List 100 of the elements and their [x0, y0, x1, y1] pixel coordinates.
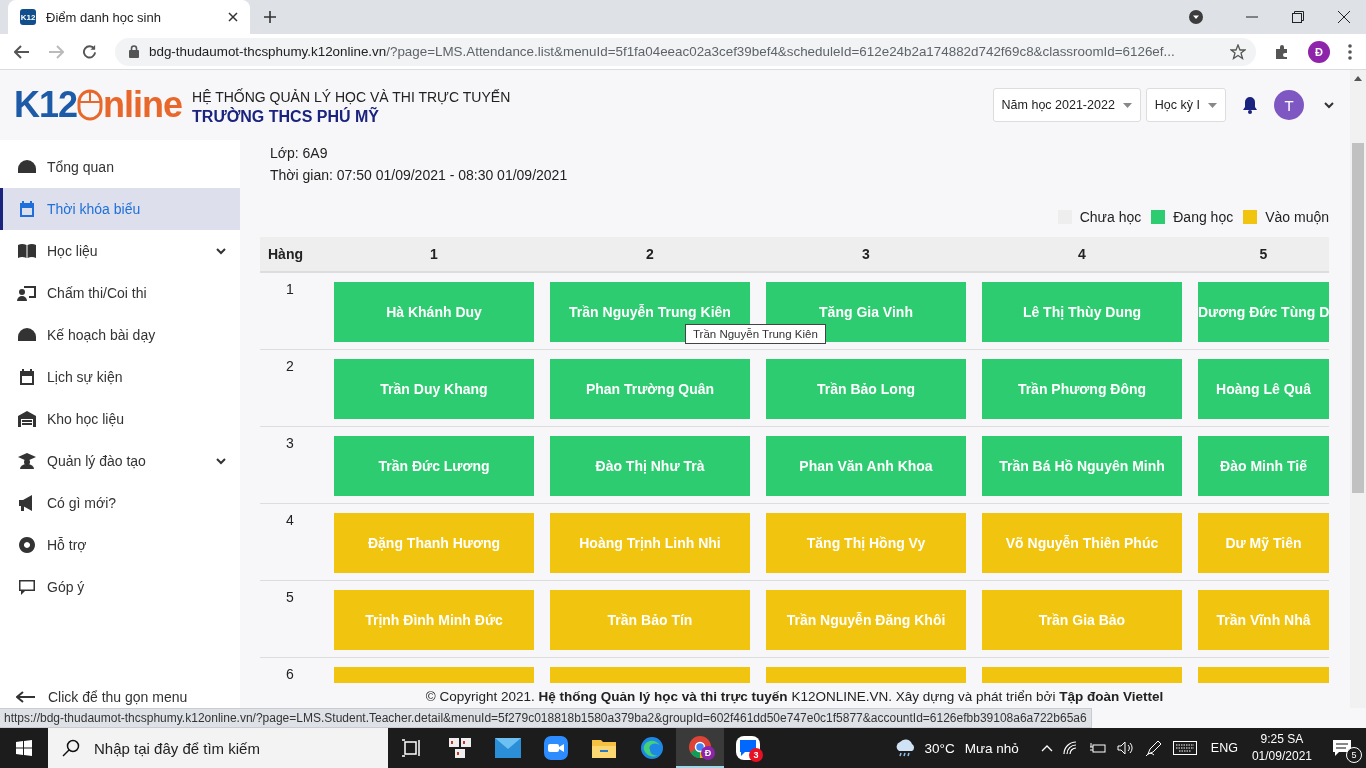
- column-header: 4: [1077, 246, 1087, 262]
- link-preview-url: https://bdg-thudaumot-thcsphumy.k12online.vn/?page=LMS.Student.Teacher.detail&menuId=5f279c018818b1580a379ba2&groupId=602f461dd50e747e0c1f5877&accountId=6126efbb39108a6a722b65a6: [0, 708, 1092, 728]
- user-avatar[interactable]: T: [1274, 90, 1304, 120]
- student-seat[interactable]: Hà Khánh Duy: [334, 282, 534, 342]
- student-seat[interactable]: Đào Thị Như Trà: [550, 436, 750, 496]
- info-text: Lớp: 6A9: [270, 144, 329, 163]
- menu-item-icon: [17, 284, 37, 302]
- notification-count: 5: [1346, 747, 1362, 763]
- dropdown-select[interactable]: Học kỳ I: [1145, 88, 1226, 122]
- student-seat[interactable]: Trịnh Đình Minh Đức: [334, 590, 534, 650]
- row-number: 5: [285, 589, 295, 605]
- column-header: 1: [429, 246, 439, 262]
- student-seat[interactable]: Phan Trường Quân: [550, 359, 750, 419]
- menu-item-icon: [17, 158, 37, 176]
- student-seat[interactable]: Đào Minh Tiế: [1198, 436, 1329, 496]
- student-seat[interactable]: Lê Thị Thùy Dung: [982, 282, 1182, 342]
- student-seat[interactable]: Đặng Thanh Hương: [334, 513, 534, 573]
- notification-icon[interactable]: [1332, 739, 1352, 757]
- student-seat[interactable]: Trần Duy Khang: [334, 359, 534, 419]
- wifi-icon[interactable]: [1062, 741, 1079, 755]
- school-name: TRƯỜNG THCS PHÚ MỸ: [192, 107, 380, 126]
- student-seat[interactable]: Võ Nguyễn Thiên Phúc: [982, 513, 1182, 573]
- app-badge: 3: [749, 748, 763, 762]
- student-seat[interactable]: Trần Bá Hồ Nguyên Minh: [982, 436, 1182, 496]
- scrollbar[interactable]: [1350, 70, 1366, 708]
- lock-icon: [129, 45, 139, 58]
- bell-icon[interactable]: [1242, 96, 1258, 114]
- clock[interactable]: 9:25 SA 01/09/2021: [1251, 731, 1312, 765]
- sidebar-item[interactable]: Kho học liệu: [0, 398, 240, 440]
- start-icon[interactable]: [16, 740, 32, 756]
- sidebar-item[interactable]: Quản lý đào tạo: [0, 440, 240, 482]
- keyboard-icon[interactable]: [1172, 741, 1197, 755]
- browser-icon: [640, 736, 664, 760]
- column-header: 2: [645, 246, 655, 262]
- new-tab-icon[interactable]: [264, 11, 276, 23]
- close-icon[interactable]: [1338, 11, 1350, 23]
- profile-avatar[interactable]: Đ: [1308, 40, 1330, 63]
- sidebar-item[interactable]: Chấm thi/Coi thi: [0, 272, 240, 314]
- tooltip: Trần Nguyễn Trung Kiên: [685, 324, 826, 344]
- search-field[interactable]: Nhập tại đây để tìm kiếm: [48, 728, 388, 768]
- chevron-up-icon[interactable]: [1040, 744, 1053, 752]
- student-seat[interactable]: Hoàng Lê Quâ: [1198, 359, 1329, 419]
- menu-item-icon: [17, 326, 37, 344]
- menu-item-icon: [17, 410, 37, 428]
- reload-icon[interactable]: [82, 44, 97, 59]
- collapse-menu-button[interactable]: Click để thu gọn menu: [0, 686, 240, 708]
- student-seat[interactable]: Dương Đức Tùng D: [1198, 282, 1329, 342]
- student-seat[interactable]: Trần Vĩnh Nhâ: [1198, 590, 1329, 650]
- caret-icon: [1208, 102, 1217, 108]
- sidebar-item[interactable]: Lịch sự kiện: [0, 356, 240, 398]
- logo-text: K12: [14, 84, 78, 126]
- row-number: 1: [285, 281, 295, 297]
- logo-text: nline: [103, 84, 183, 126]
- restore-icon[interactable]: [1292, 11, 1304, 23]
- sidebar-item[interactable]: Học liệu: [0, 230, 240, 272]
- address-field[interactable]: bdg-thudaumot-thcsphumy.k12online.vn/?page=LMS.Attendance.list&menuId=5f1fa04eeac02a3cef39bef4&scheduleId=612e24b2a174882d742f69c8&classroomId=6126ef...: [115, 37, 1256, 66]
- task-view-icon: [402, 739, 422, 757]
- sidebar-item[interactable]: Thời khóa biểu: [0, 188, 240, 230]
- back-icon[interactable]: [14, 44, 30, 59]
- tab-title: Điểm danh học sinh: [46, 9, 162, 25]
- star-icon[interactable]: [1230, 43, 1246, 60]
- menu-item-icon: [17, 368, 37, 386]
- student-seat[interactable]: Trần Đức Lương: [334, 436, 534, 496]
- chevron-down-icon[interactable]: [1324, 101, 1334, 109]
- close-tab-icon[interactable]: [228, 12, 238, 22]
- weather-temperature: 30°C: [924, 740, 955, 756]
- puzzle-icon[interactable]: [1274, 43, 1290, 60]
- student-seat[interactable]: Trần Phương Đông: [982, 359, 1182, 419]
- student-seat[interactable]: Phan Văn Anh Khoa: [766, 436, 966, 496]
- menu-icon[interactable]: [1348, 43, 1352, 60]
- pen-icon[interactable]: [1144, 739, 1163, 757]
- student-seat[interactable]: Trần Nguyễn Đăng Khôi: [766, 590, 966, 650]
- copyright-text: © Copyright 2021. Hệ thống Quản lý học và thi trực tuyến K12ONLINE.VN. Xây dựng và phát triển bởi Tập đoàn Viettel: [424, 689, 1165, 704]
- system-title: HỆ THỐNG QUẢN LÝ HỌC VÀ THI TRỰC TUYẾN: [192, 88, 511, 105]
- student-seat[interactable]: Tăng Thị Hồng Vy: [766, 513, 966, 573]
- menu-item-icon: [17, 242, 37, 260]
- student-seat[interactable]: Hoàng Trịnh Linh Nhi: [550, 513, 750, 573]
- app-badge: Đ: [701, 746, 715, 760]
- scroll-up-icon[interactable]: [1354, 76, 1362, 81]
- dropdown-icon[interactable]: [1188, 9, 1204, 25]
- student-seat[interactable]: Trần Bảo Long: [766, 359, 966, 419]
- taskbar-app[interactable]: Đ: [676, 728, 724, 768]
- speaker-icon[interactable]: [1116, 741, 1135, 755]
- sidebar-item[interactable]: Tổng quan: [0, 146, 240, 188]
- sidebar-item[interactable]: Kế hoạch bài dạy: [0, 314, 240, 356]
- student-seat[interactable]: Trần Gia Bảo: [982, 590, 1182, 650]
- taskbar-app[interactable]: 3: [724, 728, 772, 768]
- browser-tab[interactable]: K12 Điểm danh học sinh: [8, 0, 250, 34]
- folder-icon: [592, 738, 616, 758]
- row-number: 2: [285, 358, 295, 374]
- sidebar-item[interactable]: Hỗ trợ: [0, 524, 240, 566]
- sidebar-item[interactable]: Góp ý: [0, 566, 240, 608]
- student-seat[interactable]: Dư Mỹ Tiên: [1198, 513, 1329, 573]
- legend-label: Đang học: [1173, 209, 1234, 225]
- student-seat[interactable]: Trần Bảo Tín: [550, 590, 750, 650]
- language-indicator[interactable]: ENG: [1210, 741, 1238, 755]
- info-text: Thời gian: 07:50 01/09/2021 - 08:30 01/09/2021: [270, 166, 569, 185]
- sidebar-item[interactable]: Có gì mới?: [0, 482, 240, 524]
- dropdown-select[interactable]: Năm học 2021-2022: [992, 88, 1141, 122]
- battery-icon[interactable]: [1088, 741, 1107, 755]
